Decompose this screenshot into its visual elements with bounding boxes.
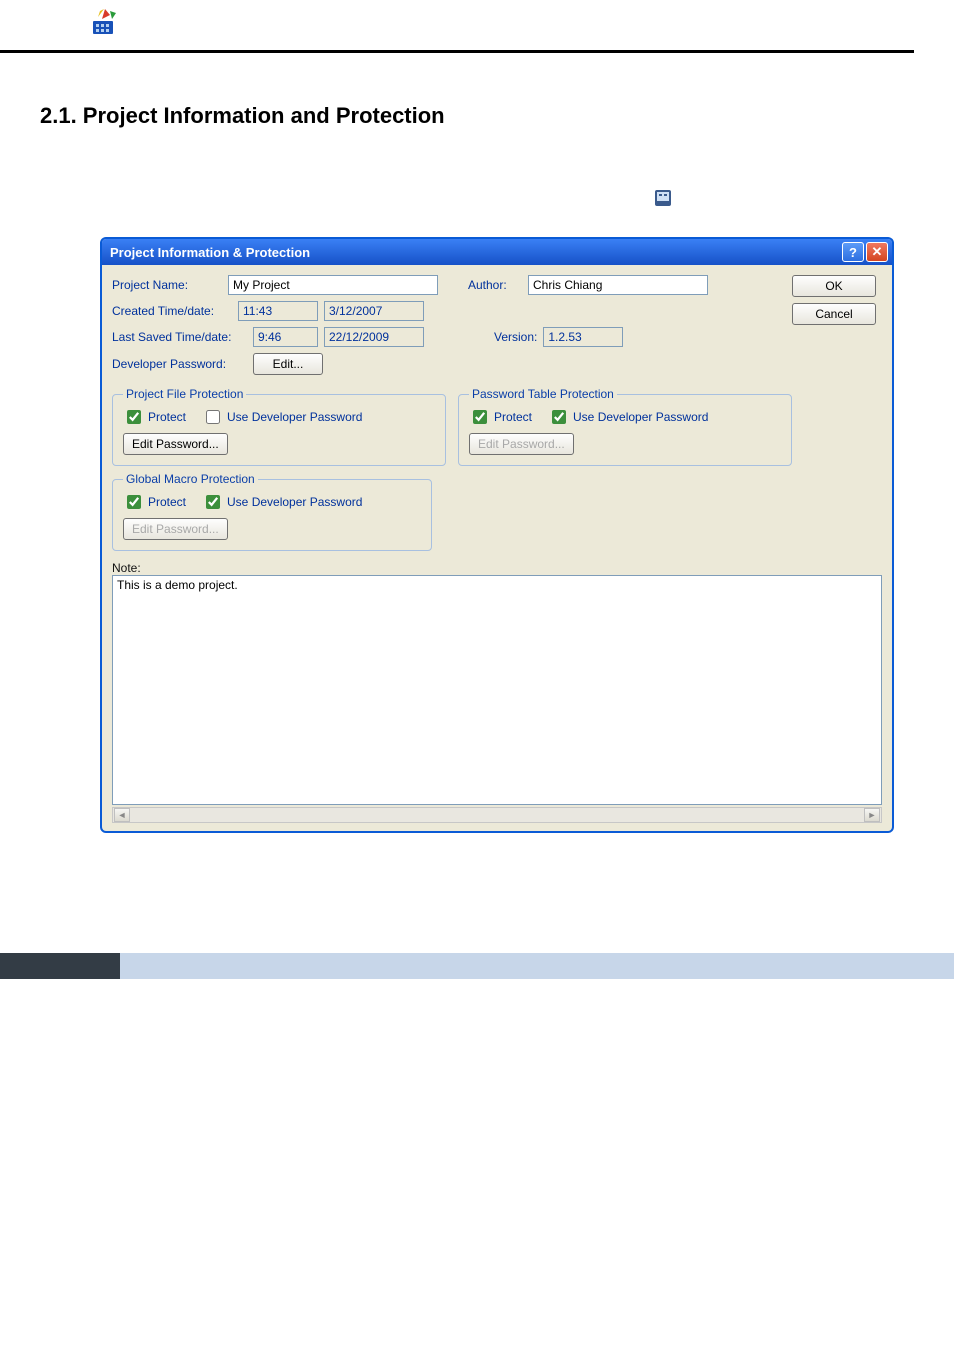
gmp-legend: Global Macro Protection — [123, 472, 258, 486]
close-button[interactable]: ✕ — [866, 242, 888, 262]
header-accent — [0, 0, 80, 50]
ptp-protect-checkbox[interactable]: Protect — [469, 407, 532, 427]
gmp-edit-password-button: Edit Password... — [123, 518, 228, 540]
pfp-edit-password-button[interactable]: Edit Password... — [123, 433, 228, 455]
note-hscrollbar[interactable]: ◄ ► — [112, 807, 882, 823]
author-input[interactable] — [528, 275, 708, 295]
gmp-protect-checkbox[interactable]: Protect — [123, 492, 186, 512]
pfp-usedev-checkbox[interactable]: Use Developer Password — [202, 407, 362, 427]
project-info-dialog: Project Information & Protection ? ✕ Pro… — [100, 237, 894, 833]
toolbar-icon-inline — [654, 189, 672, 207]
dialog-title: Project Information & Protection — [110, 245, 840, 260]
saved-date-field — [324, 327, 424, 347]
global-macro-protection-group: Global Macro Protection Protect Use Deve… — [112, 472, 432, 551]
project-file-protection-group: Project File Protection Protect Use Deve… — [112, 387, 446, 466]
section-heading: 2.1. Project Information and Protection — [40, 103, 954, 129]
ptp-legend: Password Table Protection — [469, 387, 617, 401]
note-textarea[interactable] — [112, 575, 882, 805]
created-label: Created Time/date: — [112, 304, 232, 318]
ptp-edit-password-button: Edit Password... — [469, 433, 574, 455]
project-name-input[interactable] — [228, 275, 438, 295]
created-date-field — [324, 301, 424, 321]
created-time-field — [238, 301, 318, 321]
pfp-protect-checkbox[interactable]: Protect — [123, 407, 186, 427]
scroll-right-icon[interactable]: ► — [864, 808, 880, 822]
footer-page-box — [0, 953, 120, 979]
version-field — [543, 327, 623, 347]
saved-time-field — [253, 327, 318, 347]
saved-label: Last Saved Time/date: — [112, 330, 247, 344]
help-button[interactable]: ? — [842, 242, 864, 262]
version-label: Version: — [494, 330, 537, 344]
gmp-usedev-checkbox[interactable]: Use Developer Password — [202, 492, 362, 512]
author-label: Author: — [468, 278, 522, 292]
dev-password-label: Developer Password: — [112, 357, 247, 371]
edit-dev-password-button[interactable]: Edit... — [253, 353, 323, 375]
ptp-usedev-checkbox[interactable]: Use Developer Password — [548, 407, 708, 427]
pfp-legend: Project File Protection — [123, 387, 246, 401]
page-header — [0, 0, 914, 53]
footer-bar — [120, 953, 954, 979]
cancel-button[interactable]: Cancel — [792, 303, 876, 325]
ok-button[interactable]: OK — [792, 275, 876, 297]
dialog-titlebar: Project Information & Protection ? ✕ — [102, 239, 892, 265]
password-table-protection-group: Password Table Protection Protect Use De… — [458, 387, 792, 466]
project-name-label: Project Name: — [112, 278, 222, 292]
header-logo-icon — [90, 7, 120, 37]
note-label: Note: — [112, 561, 882, 575]
page-footer — [0, 953, 954, 979]
scroll-left-icon[interactable]: ◄ — [114, 808, 130, 822]
